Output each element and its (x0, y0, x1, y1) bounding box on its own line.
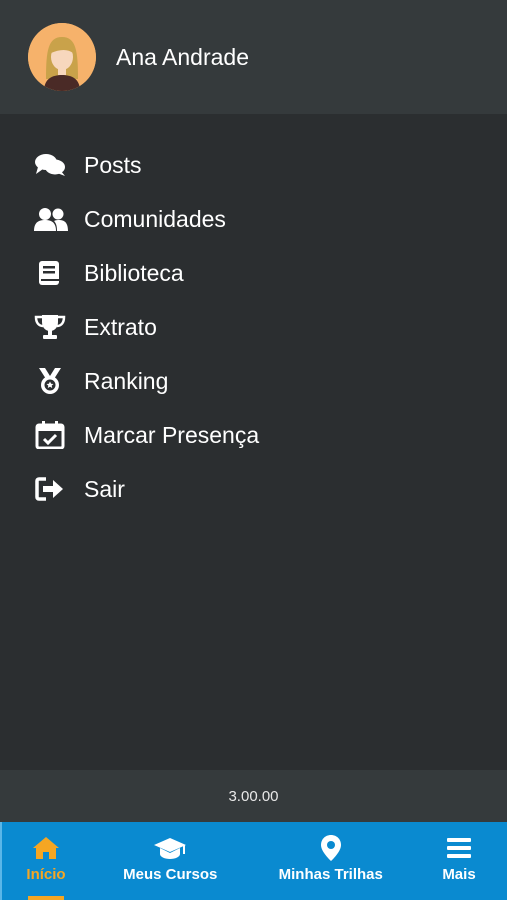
calendar-check-icon (34, 421, 68, 449)
trophy-icon (34, 313, 68, 341)
female-avatar-icon (28, 23, 96, 91)
menu-item-comunidades[interactable]: Comunidades (0, 192, 507, 246)
nav-label: Meus Cursos (123, 866, 218, 883)
book-icon (34, 259, 68, 287)
hamburger-menu-icon (446, 834, 472, 862)
nav-tab-inicio[interactable]: Início (2, 822, 90, 900)
menu-item-label: Extrato (84, 313, 157, 340)
menu-item-label: Ranking (84, 367, 169, 394)
menu-item-marcar-presenca[interactable]: Marcar Presença (0, 408, 507, 462)
sign-out-icon (34, 475, 68, 503)
menu-item-label: Biblioteca (84, 259, 184, 286)
active-tab-indicator (28, 896, 64, 900)
nav-label: Minhas Trilhas (278, 866, 383, 883)
users-icon (34, 205, 68, 233)
nav-tab-minhas-trilhas[interactable]: Minhas Trilhas (251, 822, 412, 900)
menu-item-label: Posts (84, 151, 142, 178)
bottom-navigation: Início Meus Cursos Minhas Trilhas Mais (0, 822, 507, 900)
user-name: Ana Andrade (116, 43, 250, 70)
menu-item-sair[interactable]: Sair (0, 462, 507, 516)
app-version: 3.00.00 (0, 770, 507, 822)
nav-label: Mais (442, 866, 476, 883)
nav-tab-meus-cursos[interactable]: Meus Cursos (90, 822, 251, 900)
menu-item-ranking[interactable]: Ranking (0, 354, 507, 408)
side-menu: Posts Comunidades Biblioteca Extrato Ran… (0, 138, 507, 516)
home-icon (32, 834, 60, 862)
menu-item-extrato[interactable]: Extrato (0, 300, 507, 354)
menu-item-label: Comunidades (84, 205, 226, 232)
comments-icon (34, 151, 68, 179)
menu-item-biblioteca[interactable]: Biblioteca (0, 246, 507, 300)
graduation-cap-icon (153, 834, 187, 862)
avatar[interactable] (28, 23, 96, 91)
menu-item-label: Sair (84, 475, 125, 502)
menu-item-posts[interactable]: Posts (0, 138, 507, 192)
version-text: 3.00.00 (228, 787, 279, 805)
nav-label: Início (26, 866, 66, 883)
nav-tab-mais[interactable]: Mais (411, 822, 507, 900)
menu-item-label: Marcar Presença (84, 421, 260, 448)
medal-icon (34, 367, 68, 395)
profile-header: Ana Andrade (0, 0, 507, 114)
map-marker-icon (320, 834, 342, 862)
